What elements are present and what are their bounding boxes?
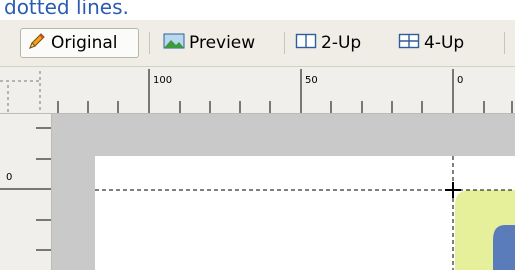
caption-text: dotted lines. bbox=[4, 0, 129, 19]
ruler-label-50: 50 bbox=[305, 75, 318, 86]
horizontal-ruler-ticks bbox=[0, 69, 513, 113]
tab-separator bbox=[149, 32, 150, 54]
tab-original-label: Original bbox=[51, 33, 118, 53]
tab-separator bbox=[284, 32, 285, 54]
tab-2-up-label: 2-Up bbox=[321, 33, 362, 53]
tab-4-up[interactable]: 4-Up bbox=[398, 28, 464, 58]
canvas-document[interactable] bbox=[95, 156, 515, 270]
pencil-icon bbox=[27, 31, 47, 56]
vertical-ruler[interactable]: 0 bbox=[0, 114, 52, 270]
ruler-label-0: 0 bbox=[457, 75, 464, 86]
vertical-ruler-label-0: 0 bbox=[6, 172, 13, 183]
view-tab-bar: Original Preview 2-Up 4-Up bbox=[0, 20, 515, 66]
tab-preview[interactable]: Preview bbox=[163, 28, 255, 58]
tab-2-up[interactable]: 2-Up bbox=[295, 28, 361, 58]
vertical-ruler-ticks bbox=[0, 127, 51, 251]
landscape-icon bbox=[163, 32, 185, 55]
ruler-label-100: 100 bbox=[153, 75, 173, 86]
two-up-icon bbox=[295, 32, 317, 55]
horizontal-ruler[interactable]: 100 50 0 bbox=[0, 66, 515, 114]
tab-original[interactable]: Original bbox=[20, 28, 139, 58]
four-up-icon bbox=[398, 32, 420, 55]
tab-separator bbox=[504, 32, 505, 54]
tab-4-up-label: 4-Up bbox=[424, 33, 465, 53]
tab-preview-label: Preview bbox=[189, 33, 256, 53]
